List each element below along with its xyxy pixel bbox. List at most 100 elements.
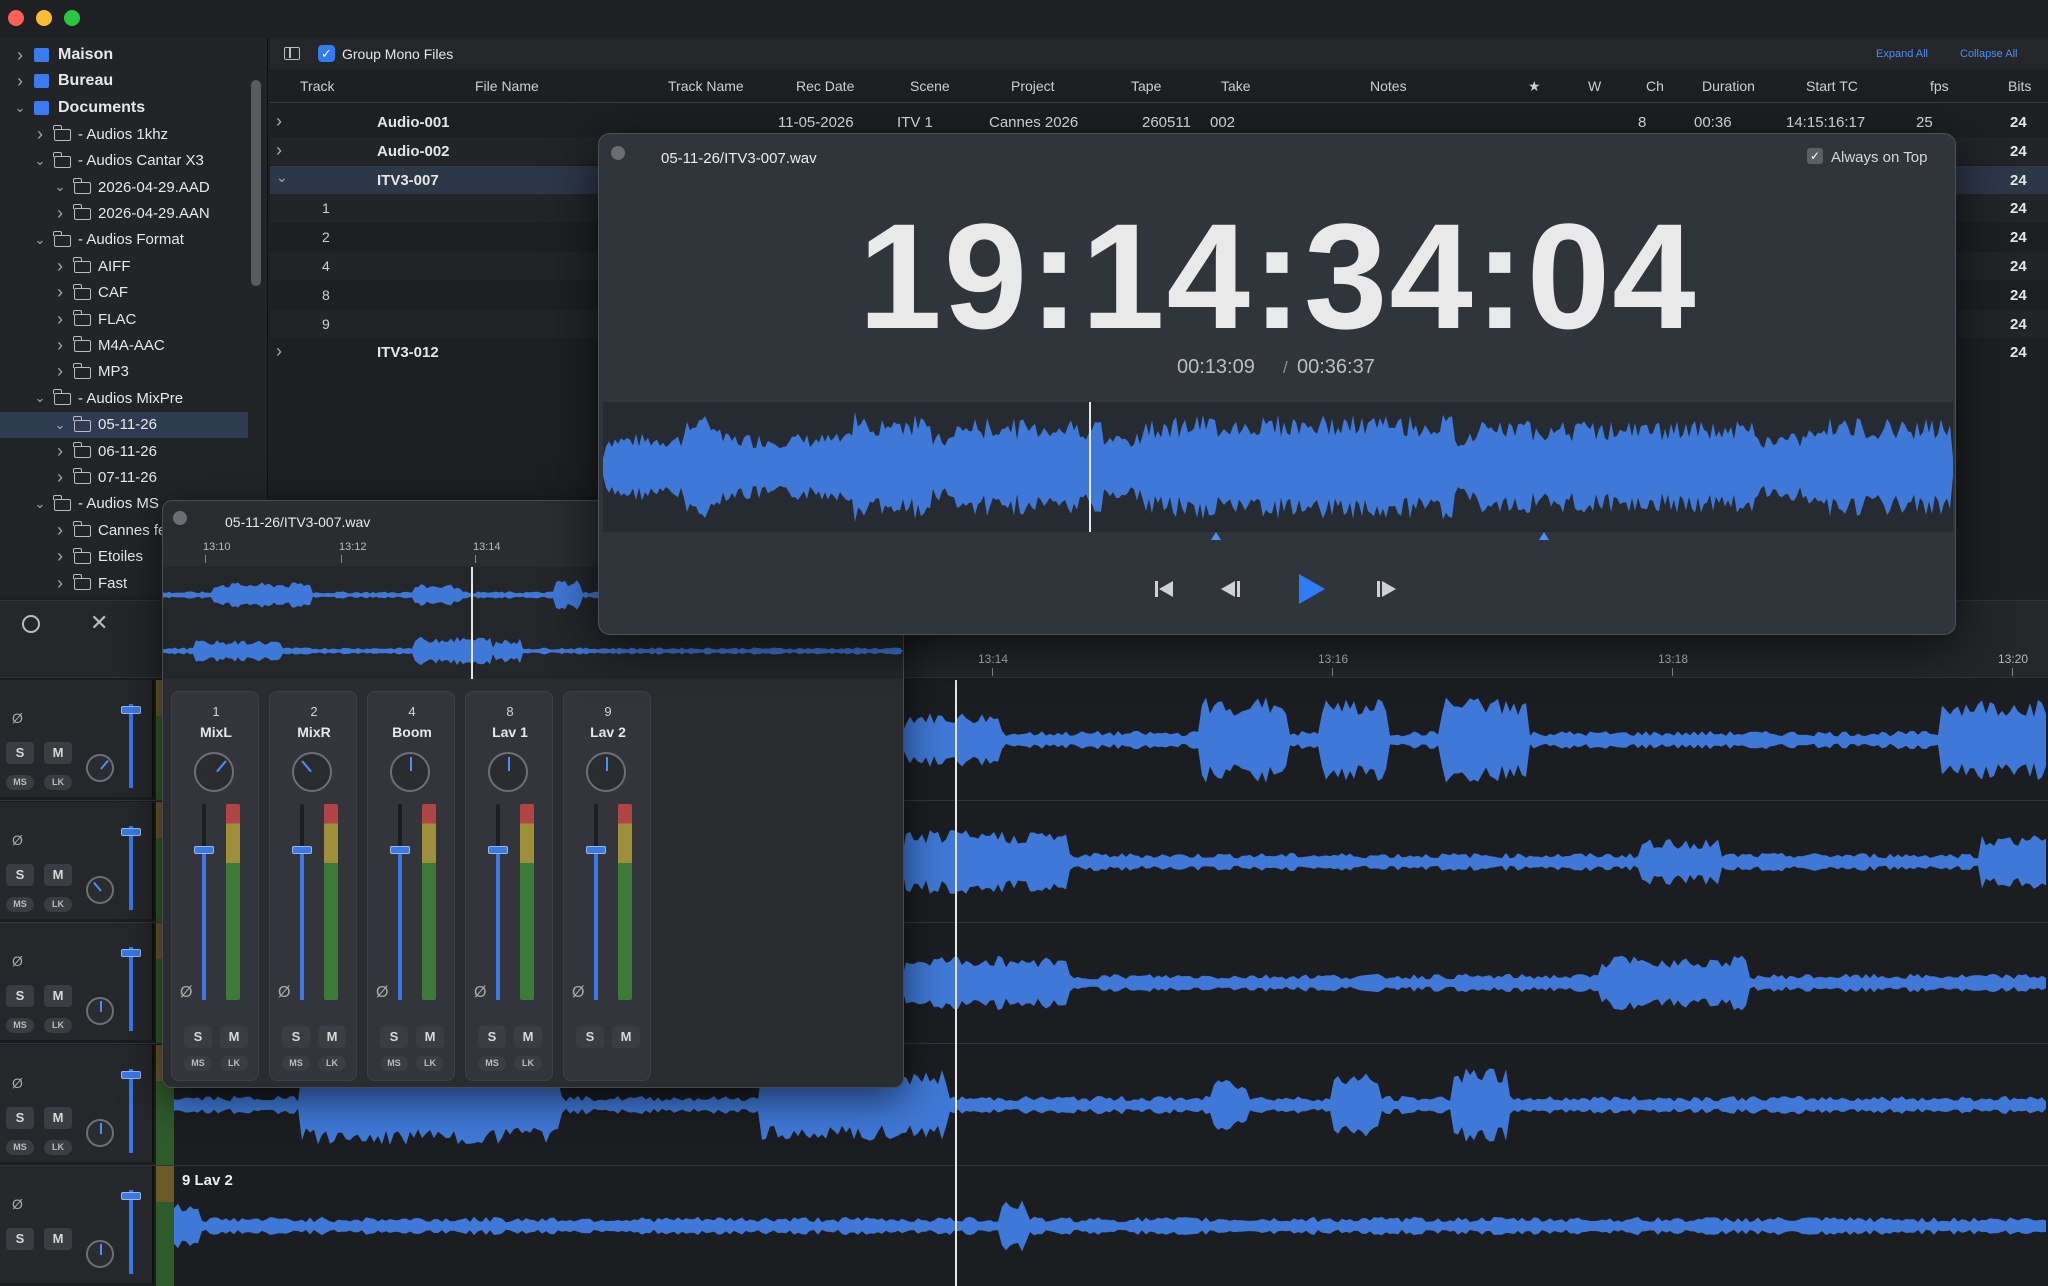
sidebar-scrollbar[interactable] <box>251 80 261 286</box>
sidebar-item[interactable]: ⌄ - Audios MixPre <box>0 385 248 411</box>
chevron-down-icon[interactable]: ⌄ <box>50 179 70 195</box>
ms-button[interactable]: MS <box>282 1056 310 1071</box>
chevron-down-icon[interactable]: ⌄ <box>10 100 30 116</box>
tc-close-button[interactable] <box>611 146 625 160</box>
chevron-right-icon[interactable]: › <box>50 335 70 356</box>
solo-button[interactable]: S <box>6 1228 34 1250</box>
sidebar-item[interactable]: › 07-11-26 <box>0 464 248 490</box>
column-header[interactable]: Track Name <box>668 78 744 94</box>
fader-handle[interactable] <box>390 846 410 854</box>
mute-button[interactable]: M <box>44 742 72 764</box>
chevron-right-icon[interactable]: › <box>276 111 282 132</box>
sidebar-item[interactable]: › Bureau <box>0 68 248 94</box>
mute-button[interactable]: M <box>220 1026 248 1048</box>
chevron-down-icon[interactable]: ⌄ <box>30 232 50 248</box>
sidebar-item[interactable]: ⌄ 2026-04-29.AAD <box>0 174 248 200</box>
ms-button[interactable]: MS <box>6 896 34 912</box>
phase-invert-button[interactable]: Ø <box>278 984 290 1002</box>
group-mono-checkbox[interactable]: ✓ <box>318 45 335 62</box>
mute-button[interactable]: M <box>416 1026 444 1048</box>
expand-all-button[interactable]: Expand All <box>1876 48 1928 60</box>
sidebar-item[interactable]: › CAF <box>0 280 248 306</box>
pan-knob[interactable] <box>86 1118 114 1147</box>
lk-button[interactable]: LK <box>514 1056 542 1071</box>
timeline-playhead[interactable] <box>955 680 957 1286</box>
play-icon[interactable] <box>1299 574 1325 604</box>
ms-button[interactable]: MS <box>478 1056 506 1071</box>
chevron-down-icon[interactable]: ⌄ <box>30 153 50 169</box>
solo-button[interactable]: S <box>282 1026 310 1048</box>
column-header[interactable]: Rec Date <box>796 78 854 94</box>
sidebar-item[interactable]: › 2026-04-29.AAN <box>0 200 248 226</box>
lk-button[interactable]: LK <box>220 1056 248 1071</box>
column-header[interactable]: Take <box>1221 78 1251 94</box>
step-back-icon[interactable] <box>1221 580 1243 598</box>
volume-fader[interactable] <box>129 1068 133 1153</box>
overview-waveform[interactable] <box>603 402 1953 532</box>
chevron-right-icon[interactable]: › <box>10 71 30 92</box>
chevron-right-icon[interactable]: › <box>50 573 70 594</box>
sidebar-item[interactable]: › - Audios 1khz <box>0 121 248 147</box>
step-forward-icon[interactable] <box>1377 580 1399 598</box>
chevron-right-icon[interactable]: › <box>50 361 70 382</box>
volume-fader-handle[interactable] <box>121 827 141 836</box>
phase-invert-button[interactable]: Ø <box>12 953 23 969</box>
column-header[interactable]: W <box>1588 78 1601 94</box>
pan-knob[interactable] <box>390 752 430 792</box>
chevron-right-icon[interactable]: › <box>50 520 70 541</box>
ms-button[interactable]: MS <box>6 775 34 790</box>
column-header[interactable]: Ch <box>1646 78 1664 94</box>
chevron-right-icon[interactable]: › <box>30 124 50 145</box>
phase-invert-button[interactable]: Ø <box>12 832 23 848</box>
sidebar-item[interactable]: ⌄ 05-11-26 <box>0 411 248 438</box>
column-header[interactable]: Scene <box>910 78 950 94</box>
mute-button[interactable]: M <box>318 1026 346 1048</box>
solo-button[interactable]: S <box>6 863 34 886</box>
solo-button[interactable]: S <box>380 1026 408 1048</box>
skip-to-start-icon[interactable] <box>1155 580 1175 598</box>
column-header[interactable]: Tape <box>1131 78 1161 94</box>
sidebar-item[interactable]: › M4A-AAC <box>0 332 248 358</box>
mute-button[interactable]: M <box>44 863 72 886</box>
chevron-down-icon[interactable]: ⌄ <box>30 496 50 512</box>
phase-invert-button[interactable]: Ø <box>12 1075 23 1091</box>
ms-button[interactable]: MS <box>6 1018 34 1033</box>
phase-invert-button[interactable]: Ø <box>474 984 486 1002</box>
column-header[interactable]: Start TC <box>1806 78 1858 94</box>
lk-button[interactable]: LK <box>318 1056 346 1071</box>
chevron-right-icon[interactable]: › <box>50 256 70 277</box>
mute-button[interactable]: M <box>44 1228 72 1250</box>
solo-button[interactable]: S <box>576 1026 604 1048</box>
lane-waveform[interactable] <box>174 1166 2048 1286</box>
phase-invert-button[interactable]: Ø <box>12 1196 23 1212</box>
lk-button[interactable]: LK <box>44 1139 72 1155</box>
column-header[interactable]: Duration <box>1702 78 1755 94</box>
ms-button[interactable]: MS <box>6 1139 34 1155</box>
lk-button[interactable]: LK <box>44 1018 72 1033</box>
sidebar-item[interactable]: › FLAC <box>0 306 248 332</box>
phase-invert-button[interactable]: Ø <box>572 984 584 1002</box>
chevron-down-icon[interactable]: ⌄ <box>50 417 70 433</box>
column-header[interactable]: fps <box>1930 78 1949 94</box>
volume-fader[interactable] <box>129 947 133 1031</box>
mixer-playhead[interactable] <box>471 567 473 679</box>
volume-fader-handle[interactable] <box>121 1192 141 1200</box>
sidebar-item[interactable]: ⌄ - Audios Format <box>0 227 248 253</box>
chevron-down-icon[interactable]: ⌄ <box>276 169 288 186</box>
sidebar-item[interactable]: ⌄ Documents <box>0 95 248 121</box>
pan-knob[interactable] <box>586 752 626 792</box>
phase-invert-button[interactable]: Ø <box>376 984 388 1002</box>
volume-fader[interactable] <box>129 704 133 788</box>
solo-button[interactable]: S <box>6 742 34 764</box>
sidebar-toggle-icon[interactable] <box>284 47 300 60</box>
pan-knob[interactable] <box>86 754 114 782</box>
collapse-all-button[interactable]: Collapse All <box>1960 48 2017 60</box>
phase-invert-button[interactable]: Ø <box>12 710 23 726</box>
mute-button[interactable]: M <box>612 1026 640 1048</box>
column-header[interactable]: Notes <box>1370 78 1407 94</box>
lk-button[interactable]: LK <box>416 1056 444 1071</box>
pan-knob[interactable] <box>86 875 114 904</box>
sidebar-item[interactable]: › AIFF <box>0 253 248 279</box>
chevron-right-icon[interactable]: › <box>50 467 70 488</box>
fader-handle[interactable] <box>488 846 508 854</box>
